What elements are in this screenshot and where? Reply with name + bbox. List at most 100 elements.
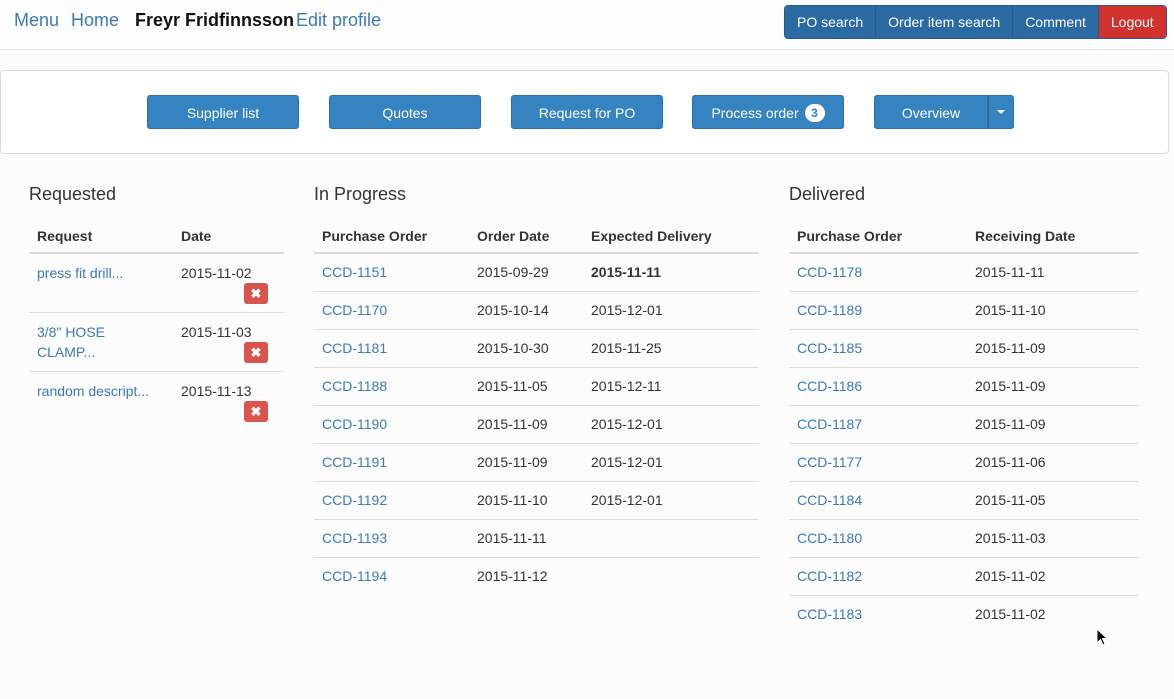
table-row: CCD-1192 2015-11-10 2015-12-01	[314, 481, 759, 520]
order-date: 2015-10-14	[469, 291, 583, 330]
table-row: CCD-1194 2015-11-12	[314, 557, 759, 595]
po-search-button[interactable]: PO search	[785, 6, 877, 38]
nav-button-group: PO search Order item search Comment Logo…	[784, 5, 1167, 39]
delete-request-button[interactable]: ✖	[244, 283, 268, 304]
order-date: 2015-11-09	[469, 443, 583, 482]
supplier-list-button[interactable]: Supplier list	[147, 95, 299, 129]
delivered-title: Delivered	[789, 184, 866, 204]
column-header-request: Request	[29, 220, 173, 254]
quotes-button[interactable]: Quotes	[329, 95, 481, 129]
receiving-date: 2015-11-02	[967, 595, 1139, 633]
purchase-order-link[interactable]: CCD-1178	[797, 264, 862, 280]
requested-title: Requested	[29, 184, 117, 204]
table-row: press fit drill... 2015-11-02 ✖	[29, 253, 284, 312]
purchase-order-link[interactable]: CCD-1189	[797, 302, 862, 318]
request-link[interactable]: press fit drill...	[37, 265, 123, 281]
request-for-po-button[interactable]: Request for PO	[511, 95, 663, 129]
chevron-down-icon	[997, 110, 1005, 114]
user-name: Freyr Fridfinnsson	[135, 10, 295, 30]
purchase-order-link[interactable]: CCD-1186	[797, 378, 862, 394]
requested-section: Requested Request Date press fit drill..…	[29, 183, 284, 430]
table-row: CCD-1188 2015-11-05 2015-12-11	[314, 367, 759, 406]
expected-delivery-date	[583, 557, 759, 595]
purchase-order-link[interactable]: CCD-1187	[797, 416, 862, 432]
table-row: CCD-1180 2015-11-03	[789, 519, 1139, 558]
close-icon: ✖	[250, 344, 262, 360]
table-row: CCD-1181 2015-10-30 2015-11-25	[314, 329, 759, 368]
mouse-pointer-icon	[1096, 628, 1108, 646]
purchase-order-link[interactable]: CCD-1180	[797, 530, 862, 546]
table-row: CCD-1182 2015-11-02	[789, 557, 1139, 596]
column-header-order-date: Order Date	[469, 220, 583, 254]
toolbar-panel: Supplier list Quotes Request for PO Proc…	[0, 70, 1169, 154]
table-row: CCD-1184 2015-11-05	[789, 481, 1139, 520]
home-link[interactable]: Home	[71, 10, 119, 31]
request-date: 2015-11-13	[181, 382, 252, 399]
delivered-table: Purchase Order Receiving Date CCD-1178 20…	[789, 220, 1139, 633]
menu-link[interactable]: Menu	[14, 10, 59, 31]
column-header-expected-delivery: Expected Delivery	[583, 220, 759, 254]
table-row: CCD-1187 2015-11-09	[789, 405, 1139, 444]
logout-button[interactable]: Logout	[1098, 6, 1166, 38]
request-date: 2015-11-02	[181, 265, 252, 281]
expected-delivery-date	[583, 519, 759, 558]
purchase-order-link[interactable]: CCD-1192	[322, 492, 387, 508]
receiving-date: 2015-11-11	[975, 264, 1045, 280]
receiving-date: 2015-11-05	[967, 481, 1139, 520]
expected-delivery-date: 2015-11-25	[583, 329, 759, 368]
purchase-order-link[interactable]: CCD-1191	[322, 454, 387, 470]
delete-request-button[interactable]: ✖	[244, 400, 268, 422]
edit-profile-link[interactable]: Edit profile	[296, 10, 381, 31]
table-row: CCD-1193 2015-11-11	[314, 519, 759, 558]
purchase-order-link[interactable]: CCD-1182	[797, 568, 862, 584]
order-item-search-button[interactable]: Order item search	[876, 6, 1014, 38]
purchase-order-link[interactable]: CCD-1194	[322, 568, 387, 584]
purchase-order-link[interactable]: CCD-1151	[322, 264, 387, 280]
close-icon: ✖	[250, 403, 262, 419]
purchase-order-link[interactable]: CCD-1177	[797, 454, 862, 470]
receiving-date: 2015-11-09	[967, 367, 1139, 406]
process-order-count-badge: 3	[804, 104, 825, 122]
order-date: 2015-11-12	[469, 557, 583, 595]
table-row: CCD-1185 2015-11-09	[789, 329, 1139, 368]
purchase-order-link[interactable]: CCD-1181	[322, 340, 387, 356]
table-row: CCD-1186 2015-11-09	[789, 367, 1139, 406]
in-progress-title: In Progress	[314, 184, 407, 204]
table-row: CCD-1151 2015-09-29 2015-11-11	[314, 253, 759, 292]
table-row: 3/8" HOSE CLAMP... 2015-11-03 ✖	[29, 311, 284, 371]
purchase-order-link[interactable]: CCD-1183	[797, 606, 862, 622]
receiving-date: 2015-11-06	[967, 443, 1139, 482]
close-icon: ✖	[250, 286, 262, 301]
order-date: 2015-11-10	[469, 481, 583, 520]
purchase-order-link[interactable]: CCD-1185	[797, 340, 862, 356]
purchase-order-link[interactable]: CCD-1170	[322, 302, 387, 318]
requested-table: Request Date press fit drill... 2015-11-…	[29, 220, 284, 430]
overview-split-button: Overview	[874, 95, 1014, 129]
order-date: 2015-11-11	[469, 519, 583, 558]
table-row: CCD-1189 2015-11-10	[789, 291, 1139, 330]
top-navbar: Menu Home Freyr Fridfinnsson Edit profil…	[0, 0, 1174, 50]
process-order-label: Process order	[711, 105, 799, 121]
request-link[interactable]: 3/8" HOSE CLAMP...	[37, 324, 105, 360]
in-progress-table: Purchase Order Order Date Expected Deliv…	[314, 220, 759, 595]
delete-request-button[interactable]: ✖	[244, 341, 268, 363]
overview-button[interactable]: Overview	[874, 95, 988, 129]
order-date: 2015-11-09	[469, 405, 583, 444]
overview-dropdown-toggle[interactable]	[988, 95, 1014, 129]
purchase-order-link[interactable]: CCD-1193	[322, 530, 387, 546]
table-row: CCD-1190 2015-11-09 2015-12-01	[314, 405, 759, 444]
purchase-order-link[interactable]: CCD-1190	[322, 416, 387, 432]
purchase-order-link[interactable]: CCD-1188	[322, 378, 387, 394]
column-header-purchase-order: Purchase Order	[789, 220, 967, 254]
process-order-button[interactable]: Process order 3	[692, 95, 844, 129]
table-row: CCD-1170 2015-10-14 2015-12-01	[314, 291, 759, 330]
receiving-date: 2015-11-09	[967, 329, 1139, 368]
column-header-receiving-date: Receiving Date	[967, 220, 1139, 254]
comment-button[interactable]: Comment	[1013, 6, 1099, 38]
purchase-order-link[interactable]: CCD-1184	[797, 492, 862, 508]
table-row: CCD-1183 2015-11-02	[789, 595, 1139, 633]
table-row: CCD-1191 2015-11-09 2015-12-01	[314, 443, 759, 482]
expected-delivery-date: 2015-12-01	[583, 481, 759, 520]
expected-delivery-date: 2015-12-01	[583, 405, 759, 444]
request-link[interactable]: random descript...	[37, 383, 149, 399]
